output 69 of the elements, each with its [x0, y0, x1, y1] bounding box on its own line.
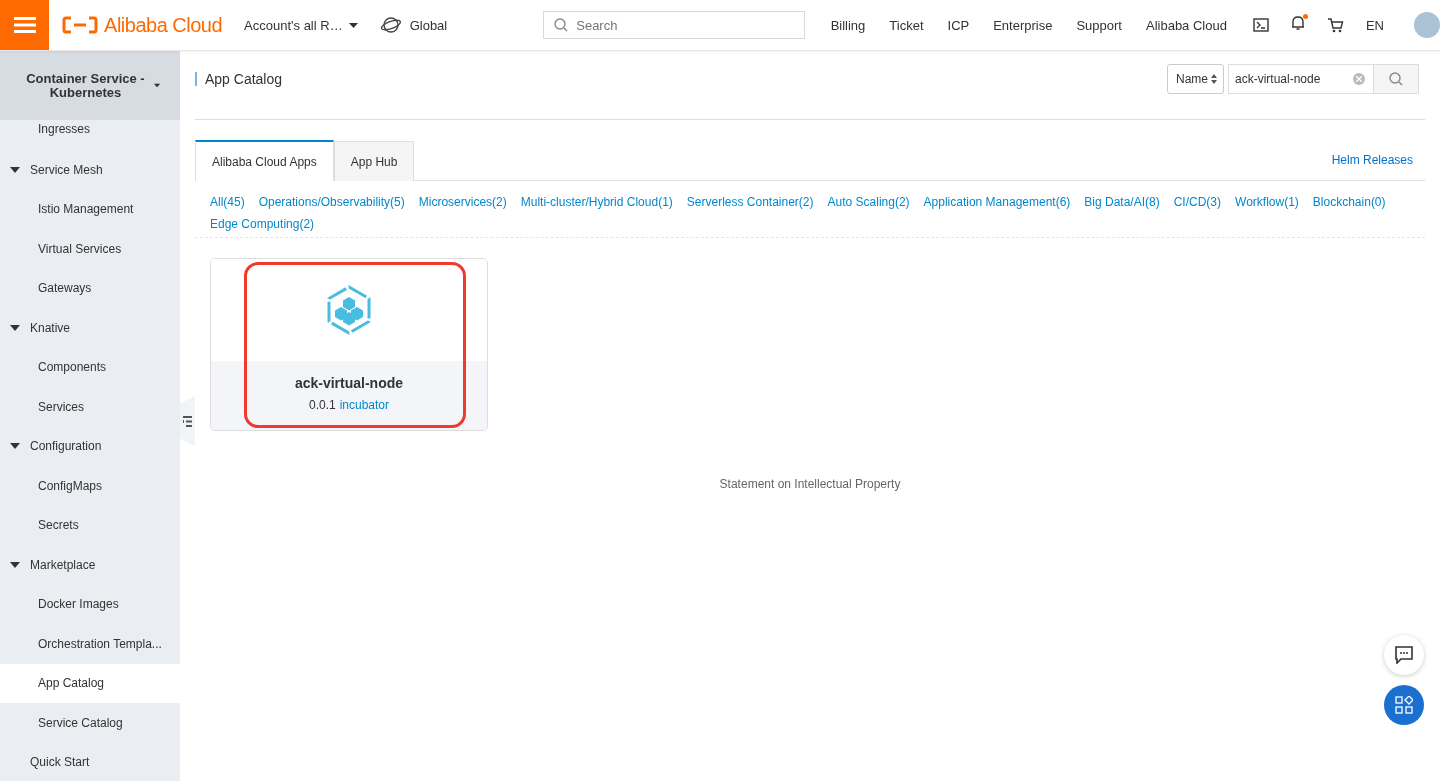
nav-link[interactable]: ICP [947, 17, 970, 33]
category-link[interactable]: Edge Computing(2) [210, 217, 315, 231]
sidebar-item[interactable]: App Catalog [0, 663, 180, 703]
category-link[interactable]: Big Data/AI(8) [1084, 195, 1160, 209]
sidebar-item[interactable]: Orchestration Templa... [0, 624, 180, 664]
sidebar-item[interactable]: Service Mesh [0, 149, 180, 190]
ip-statement-link[interactable]: Statement on Intellectual Property [719, 477, 901, 491]
category-link[interactable]: Workflow(1) [1235, 195, 1299, 209]
chat-icon [1395, 646, 1413, 664]
app-version: 0.0.1 [308, 398, 336, 412]
sidebar-item[interactable]: Gateways [0, 268, 180, 308]
sidebar-item[interactable]: Marketplace [0, 544, 180, 585]
sidebar-item[interactable]: Knative [0, 307, 180, 348]
sidebar-item[interactable]: Secrets [0, 505, 180, 545]
search-field[interactable]: ack-virtual-node [1228, 64, 1419, 94]
search-icon [1389, 72, 1403, 86]
menu-button[interactable] [0, 0, 50, 50]
terminal-icon[interactable] [1252, 18, 1269, 32]
caret-icon [153, 83, 160, 89]
filter-select[interactable]: Name [1167, 64, 1224, 94]
page-title: App Catalog [195, 72, 283, 86]
sidebar-item[interactable]: Ingresses [0, 120, 180, 150]
product-switcher[interactable]: Container Service - Kubernetes [0, 51, 180, 121]
collapse-icon [183, 415, 192, 427]
category-link[interactable]: Operations/Observability(5) [258, 195, 405, 209]
category-link[interactable]: Microservices(2) [418, 195, 507, 209]
nav-link[interactable]: Ticket [889, 17, 924, 33]
app-name: ack-virtual-node [294, 375, 404, 391]
region-selector[interactable]: Global [409, 17, 448, 33]
sidebar-item[interactable]: Istio Management [0, 189, 180, 229]
language-selector[interactable]: EN [1365, 17, 1384, 33]
category-link[interactable]: Serverless Container(2) [686, 195, 814, 209]
tab[interactable]: Alibaba Cloud Apps [195, 140, 334, 181]
category-link[interactable]: CI/CD(3) [1173, 195, 1222, 209]
nav-link[interactable]: Billing [830, 17, 866, 33]
app-card[interactable]: ack-virtual-node 0.0.1 incubator [210, 258, 488, 431]
sidebar-item[interactable]: Virtual Services [0, 228, 180, 269]
category-link[interactable]: Auto Scaling(2) [827, 195, 910, 209]
bell-icon[interactable] [1290, 15, 1305, 31]
sidebar-item[interactable]: ConfigMaps [0, 465, 180, 506]
globe-icon [379, 16, 402, 34]
category-link[interactable]: Application Management(6) [923, 195, 1071, 209]
nav-link[interactable]: Enterprise [993, 17, 1053, 33]
chat-button[interactable] [1384, 635, 1424, 675]
sidebar-item[interactable]: Docker Images [0, 584, 180, 624]
category-link[interactable]: Multi-cluster/Hybrid Cloud(1) [520, 195, 673, 209]
nav-link[interactable]: Alibaba Cloud [1146, 17, 1227, 33]
nav-link[interactable]: Support [1076, 17, 1122, 33]
sort-icon [1211, 74, 1217, 84]
sidebar-item[interactable]: Services [0, 386, 180, 427]
helm-releases-link[interactable]: Helm Releases [1331, 153, 1413, 167]
search-icon [554, 18, 569, 32]
category-link[interactable]: Blockchain(0) [1312, 195, 1386, 209]
account-dropdown[interactable]: Account's all R… [244, 17, 358, 33]
sidebar-item[interactable]: Service Catalog [0, 703, 180, 743]
tab[interactable]: App Hub [333, 141, 415, 181]
caret-icon [348, 22, 358, 28]
apps-icon [1395, 696, 1413, 714]
sidebar-item[interactable]: Quick Start [0, 742, 180, 781]
app-tag: incubator [339, 398, 390, 412]
logo-icon [62, 16, 99, 34]
sidebar-item[interactable]: Components [0, 347, 180, 387]
menu-icon [13, 17, 36, 33]
search-field[interactable]: Search [543, 11, 805, 39]
cube-icon [326, 285, 372, 335]
apps-button[interactable] [1384, 685, 1424, 725]
category-link[interactable]: All(45) [210, 195, 245, 209]
cart-icon[interactable] [1326, 17, 1344, 33]
sidebar-item[interactable]: Configuration [0, 426, 180, 466]
